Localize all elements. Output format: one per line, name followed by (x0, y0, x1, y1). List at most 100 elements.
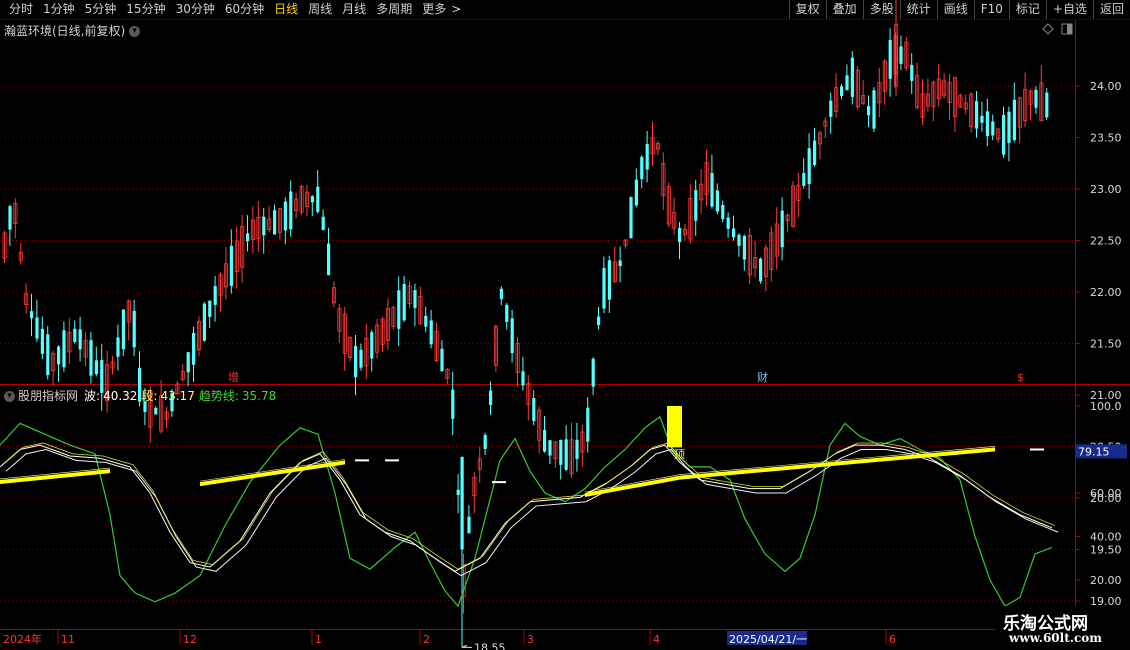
seg-line-3 (2, 442, 1056, 570)
candle (586, 397, 590, 453)
candle (73, 320, 77, 344)
candle (548, 440, 552, 464)
low-marker-arrow (461, 644, 472, 648)
candle (747, 227, 752, 285)
candle (666, 182, 671, 228)
candle (348, 336, 353, 362)
candle (980, 101, 984, 132)
candle (267, 206, 272, 233)
candle (370, 329, 374, 372)
price-axis: 24.0023.5023.0022.5022.0021.5021.0020.50… (1075, 80, 1122, 608)
chevron-down-icon[interactable]: ▾ (129, 26, 141, 37)
main-chart-title: 瀚蓝环境(日线,前复权) ▾ (4, 22, 141, 39)
candle (910, 53, 914, 95)
candle (46, 326, 50, 380)
candle (813, 127, 817, 167)
price-tick-label: 22.00 (1090, 286, 1122, 299)
candle (83, 332, 88, 367)
trend-edge (199, 459, 346, 482)
candle (273, 204, 277, 235)
candle (683, 223, 688, 241)
top-signal-bar (667, 406, 682, 448)
candle (196, 316, 201, 357)
candle (650, 121, 655, 167)
event-marker[interactable]: 财 (757, 370, 768, 384)
event-marker[interactable]: 增 (228, 370, 239, 384)
price-annotations: 24.89 18.55 增 财 $ (228, 0, 1024, 650)
candle (40, 316, 44, 360)
top-signal-label: 顶 (674, 448, 685, 461)
candle (829, 92, 833, 134)
candle (94, 346, 98, 377)
candle (192, 326, 196, 382)
candle (359, 343, 363, 371)
candle (855, 66, 860, 110)
candle (380, 316, 385, 352)
candle (515, 336, 520, 387)
candle (30, 293, 34, 337)
candle (505, 303, 509, 330)
trend-label: 趋势线: (198, 389, 239, 403)
candle (121, 309, 125, 356)
candle (753, 240, 758, 278)
indicator-title: ▾ 股朋指标网 波: 40.32 段: 43.17 趋势线: 35.78 (4, 387, 276, 404)
candle (985, 98, 989, 147)
candle (283, 197, 287, 245)
candle (780, 197, 784, 261)
diamond-icon[interactable] (1042, 23, 1054, 35)
date-month-label: 12 (183, 633, 197, 646)
candle (213, 276, 217, 322)
price-tick-label: 23.50 (1090, 132, 1122, 145)
trend-ribbon (200, 460, 345, 487)
candle (942, 72, 947, 99)
candle (656, 140, 661, 156)
price-grid (0, 85, 1075, 602)
candle (569, 422, 574, 479)
candle (445, 367, 450, 384)
candle (1028, 89, 1033, 121)
wave-label: 波: (84, 389, 101, 403)
candle (424, 306, 428, 333)
candle (969, 92, 974, 133)
candle (742, 234, 746, 271)
candle (834, 73, 839, 118)
candle (180, 363, 185, 382)
candle (785, 213, 790, 233)
candle (467, 505, 471, 535)
chevron-down-icon[interactable]: ▾ (4, 391, 15, 402)
candle (218, 272, 223, 312)
candle (796, 172, 801, 218)
candle (354, 334, 358, 396)
candle (543, 415, 547, 453)
candle (867, 95, 871, 128)
trend-edge (584, 474, 681, 493)
candle (1007, 106, 1011, 162)
candle (51, 350, 56, 385)
indicator-tick-label: 60.00 (1090, 487, 1122, 500)
low-marker-label: 18.55 (474, 641, 506, 650)
candle (926, 78, 931, 112)
candle (397, 276, 401, 346)
candle (526, 375, 531, 421)
seg-value: 43.17 (160, 389, 195, 403)
date-month-label: 1 (315, 633, 322, 646)
indicator-tick-label: 100.0 (1090, 400, 1122, 413)
candle (1012, 82, 1016, 143)
candle (850, 51, 854, 105)
event-marker[interactable]: $ (1017, 371, 1024, 384)
candle (710, 154, 714, 209)
window-icon[interactable] (1061, 23, 1073, 35)
candle (202, 302, 206, 342)
date-month-label: 2 (423, 633, 430, 646)
candle (483, 432, 487, 456)
candle (791, 180, 796, 228)
candle (591, 357, 595, 395)
price-tick-label: 24.00 (1090, 80, 1122, 93)
candle (612, 246, 617, 284)
date-month-label: 4 (653, 633, 660, 646)
candle (477, 446, 482, 483)
candle (364, 323, 369, 379)
candle (947, 73, 952, 121)
candle (62, 321, 66, 372)
date-cursor-label: 2025/04/21/一 (729, 633, 807, 646)
